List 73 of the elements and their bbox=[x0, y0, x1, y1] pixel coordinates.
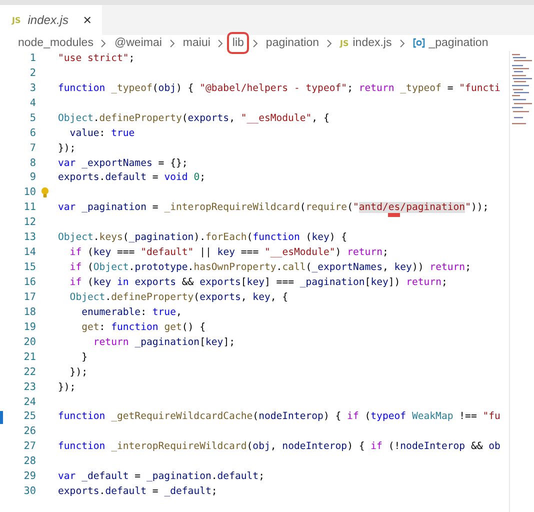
line-number: 1 bbox=[28, 52, 36, 64]
line-number: 6 bbox=[28, 128, 36, 139]
code-line: if (Object.prototype.hasOwnProperty.call(_exportNames, key)) return; bbox=[68, 262, 471, 274]
line-number: 23 bbox=[22, 382, 36, 393]
line-number: 26 bbox=[22, 426, 36, 438]
code-line: Object.defineProperty(exports, key, { bbox=[68, 292, 288, 303]
breadcrumb-item[interactable]: pagination bbox=[262, 35, 323, 51]
line-number: 12 bbox=[22, 217, 36, 228]
chevron-icon bbox=[168, 38, 176, 48]
line-number: 22 bbox=[22, 366, 36, 378]
line-number: 15 bbox=[22, 262, 36, 274]
code-line: if (key in exports && exports[key] === _pagination[key]) return; bbox=[68, 277, 448, 288]
code-line: var _default = _pagination.default; bbox=[58, 471, 264, 482]
line-number: 11 bbox=[22, 202, 36, 214]
breadcrumb-item[interactable]: node_modules bbox=[14, 35, 98, 51]
line-number: 21 bbox=[22, 352, 36, 363]
line-number: 3 bbox=[28, 82, 36, 94]
chevron-icon bbox=[398, 38, 406, 48]
code-line: } bbox=[80, 352, 88, 363]
line-number: 29 bbox=[22, 471, 36, 482]
js-file-icon: JS bbox=[12, 16, 21, 24]
line-number: 4 bbox=[28, 98, 36, 109]
line-number: 19 bbox=[22, 322, 36, 333]
code-line: get: function get() { bbox=[80, 322, 206, 333]
breadcrumb-item[interactable]: maiui bbox=[178, 35, 214, 51]
code-line: function _getRequireWildcardCache(nodeInterop) { if (typeof WeakMap !== "fu bbox=[58, 411, 500, 422]
js-file-icon: JS bbox=[340, 38, 349, 48]
line-number: 13 bbox=[22, 232, 36, 244]
line-number: 17 bbox=[22, 292, 36, 303]
code-line: Object.defineProperty(exports, "__esModule", { bbox=[58, 112, 330, 124]
code-line: exports.default = _default; bbox=[58, 486, 218, 498]
chevron-icon bbox=[217, 38, 224, 48]
editor-tab[interactable]: JS index.js ✕ bbox=[0, 5, 102, 35]
code-line: }); bbox=[58, 382, 76, 393]
code-line: var _pagination = _interopRequireWildcard(require("antd/es/pagination")); bbox=[58, 202, 489, 214]
code-line: function _typeof(obj) { "@babel/helpers - typeof"; return _typeof = "functi bbox=[58, 82, 500, 94]
code-line: "use strict"; bbox=[58, 52, 135, 64]
chevron-icon bbox=[326, 38, 333, 48]
line-number: 24 bbox=[22, 396, 36, 408]
line-number: 28 bbox=[22, 456, 36, 468]
line-number: 2 bbox=[28, 68, 36, 79]
line-number: 18 bbox=[22, 306, 36, 318]
code-line: enumerable: true, bbox=[80, 306, 182, 318]
line-number: 25 bbox=[22, 411, 36, 422]
line-number: 30 bbox=[22, 486, 36, 498]
code-line: }); bbox=[68, 366, 88, 378]
line-number: 10 bbox=[22, 187, 36, 198]
line-number: 7 bbox=[28, 142, 36, 154]
chevron-icon bbox=[252, 38, 259, 48]
variable-symbol-icon bbox=[412, 38, 425, 48]
line-number: 8 bbox=[28, 158, 36, 169]
line-number: 27 bbox=[22, 441, 36, 452]
code-line: exports.default = void 0; bbox=[58, 172, 206, 184]
code-line: value: true bbox=[68, 128, 135, 139]
code-line: function _interopRequireWildcard(obj, nodeInterop) { if (!nodeInterop && ob bbox=[58, 441, 500, 452]
lightbulb-icon[interactable] bbox=[41, 187, 49, 198]
code-line: return _pagination[key]; bbox=[92, 336, 235, 348]
code-line: Object.keys(_pagination).forEach(function (key) { bbox=[58, 232, 348, 244]
code-line: if (key === "default" || key === "__esModule") return; bbox=[68, 247, 388, 258]
line-number: 14 bbox=[22, 247, 36, 258]
breadcrumb-item[interactable]: JS index.js bbox=[336, 35, 396, 51]
close-icon[interactable]: ✕ bbox=[82, 14, 92, 26]
code-line: var _exportNames = {}; bbox=[58, 158, 188, 169]
breadcrumb-item[interactable]: _pagination bbox=[408, 35, 492, 51]
tab-label: index.js bbox=[28, 13, 68, 27]
line-number: 20 bbox=[22, 336, 36, 348]
code-line: }); bbox=[58, 142, 76, 154]
line-number: 5 bbox=[28, 112, 36, 124]
line-number: 16 bbox=[22, 277, 36, 288]
breadcrumb-item[interactable]: @weimai bbox=[110, 35, 166, 51]
breadcrumb-item[interactable]: lib bbox=[227, 32, 249, 54]
chevron-icon bbox=[100, 38, 108, 48]
line-number: 9 bbox=[28, 172, 36, 184]
